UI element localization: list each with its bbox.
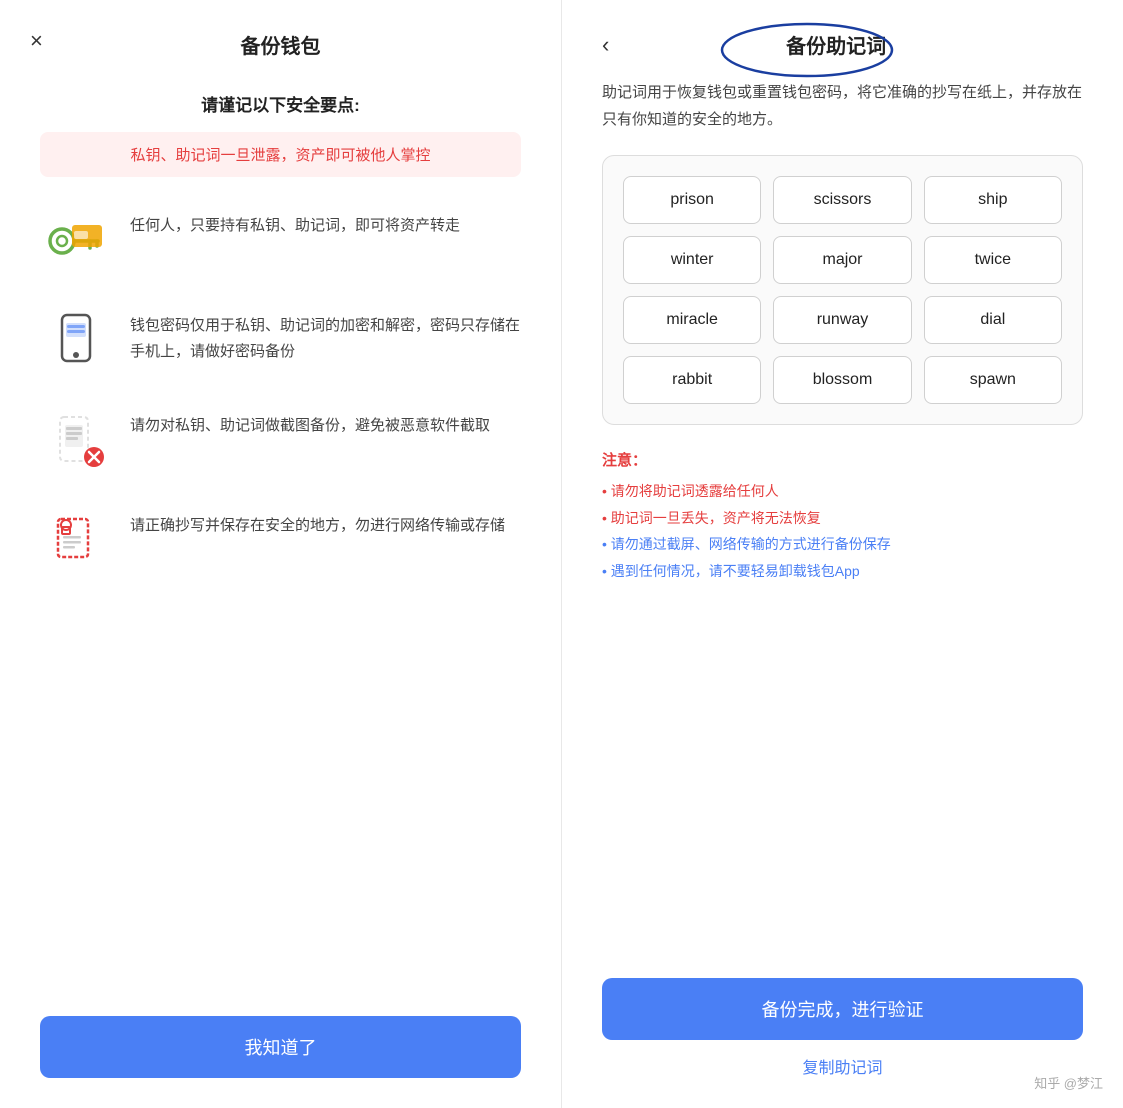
warning-text: 私钥、助记词一旦泄露，资产即可被他人掌控 <box>130 147 430 164</box>
right-header: ‹ 备份助记词 <box>602 30 1083 59</box>
mnemonic-word: winter <box>623 236 761 284</box>
mnemonic-word: runway <box>773 296 911 344</box>
mnemonic-word: major <box>773 236 911 284</box>
security-item-1: 任何人，只要持有私钥、助记词，即可将资产转走 <box>40 205 521 277</box>
back-button[interactable]: ‹ <box>602 32 609 58</box>
notice-item: • 请勿将助记词透露给任何人 <box>602 478 1083 505</box>
notice-section: 注意： • 请勿将助记词透露给任何人• 助记词一旦丢失，资产将无法恢复• 请勿通… <box>602 449 1083 584</box>
security-text-1: 任何人，只要持有私钥、助记词，即可将资产转走 <box>130 205 460 239</box>
right-description: 助记词用于恢复钱包或重置钱包密码，将它准确的抄写在纸上，并存放在只有你知道的安全… <box>602 79 1083 133</box>
phone-password-icon <box>40 305 112 377</box>
left-panel: × 备份钱包 请谨记以下安全要点: 私钥、助记词一旦泄露，资产即可被他人掌控 <box>0 0 562 1108</box>
mnemonic-word: blossom <box>773 356 911 404</box>
right-panel: ‹ 备份助记词 助记词用于恢复钱包或重置钱包密码，将它准确的抄写在纸上，并存放在… <box>562 0 1123 1108</box>
verify-button[interactable]: 备份完成，进行验证 <box>602 978 1083 1040</box>
notice-item: • 助记词一旦丢失，资产将无法恢复 <box>602 505 1083 532</box>
security-items-list: 任何人，只要持有私钥、助记词，即可将资产转走 钱包密码仅用于私钥、助记词的加密和… <box>40 205 521 976</box>
mnemonic-word: ship <box>924 176 1062 224</box>
left-subtitle: 请谨记以下安全要点: <box>40 91 521 116</box>
right-watermark: 知乎 @梦江 <box>1034 1073 1103 1092</box>
security-item-2: 钱包密码仅用于私钥、助记词的加密和解密，密码只存储在手机上，请做好密码备份 <box>40 305 521 377</box>
notice-title: 注意： <box>602 449 1083 470</box>
notice-item: • 遇到任何情况，请不要轻易卸载钱包App <box>602 558 1083 585</box>
mnemonic-word: dial <box>924 296 1062 344</box>
mnemonic-word: twice <box>924 236 1062 284</box>
mnemonic-word: scissors <box>773 176 911 224</box>
security-text-4: 请正确抄写并保存在安全的地方，勿进行网络传输或存储 <box>130 505 505 539</box>
notice-item: • 请勿通过截屏、网络传输的方式进行备份保存 <box>602 531 1083 558</box>
warning-banner: 私钥、助记词一旦泄露，资产即可被他人掌控 <box>40 132 521 177</box>
security-text-3: 请勿对私钥、助记词做截图备份，避免被恶意软件截取 <box>130 405 490 439</box>
mnemonic-word: miracle <box>623 296 761 344</box>
security-item-4: 请正确抄写并保存在安全的地方，勿进行网络传输或存储 <box>40 505 521 577</box>
mnemonic-word: prison <box>623 176 761 224</box>
right-title: 备份助记词 <box>619 30 1053 59</box>
mnemonic-word: rabbit <box>623 356 761 404</box>
security-text-2: 钱包密码仅用于私钥、助记词的加密和解密，密码只存储在手机上，请做好密码备份 <box>130 305 521 364</box>
confirm-button[interactable]: 我知道了 <box>40 1016 521 1078</box>
mnemonic-word: spawn <box>924 356 1062 404</box>
close-button[interactable]: × <box>30 28 43 54</box>
left-title: 备份钱包 <box>40 30 521 59</box>
no-screenshot-icon <box>40 405 112 477</box>
security-item-3: 请勿对私钥、助记词做截图备份，避免被恶意软件截取 <box>40 405 521 477</box>
copy-mnemonic-link[interactable]: 复制助记词 <box>602 1054 1083 1078</box>
paper-save-icon <box>40 505 112 577</box>
mnemonic-grid: prisonscissors ship wintermajor twice miracl… <box>602 155 1083 425</box>
key-wallet-icon <box>40 205 112 277</box>
